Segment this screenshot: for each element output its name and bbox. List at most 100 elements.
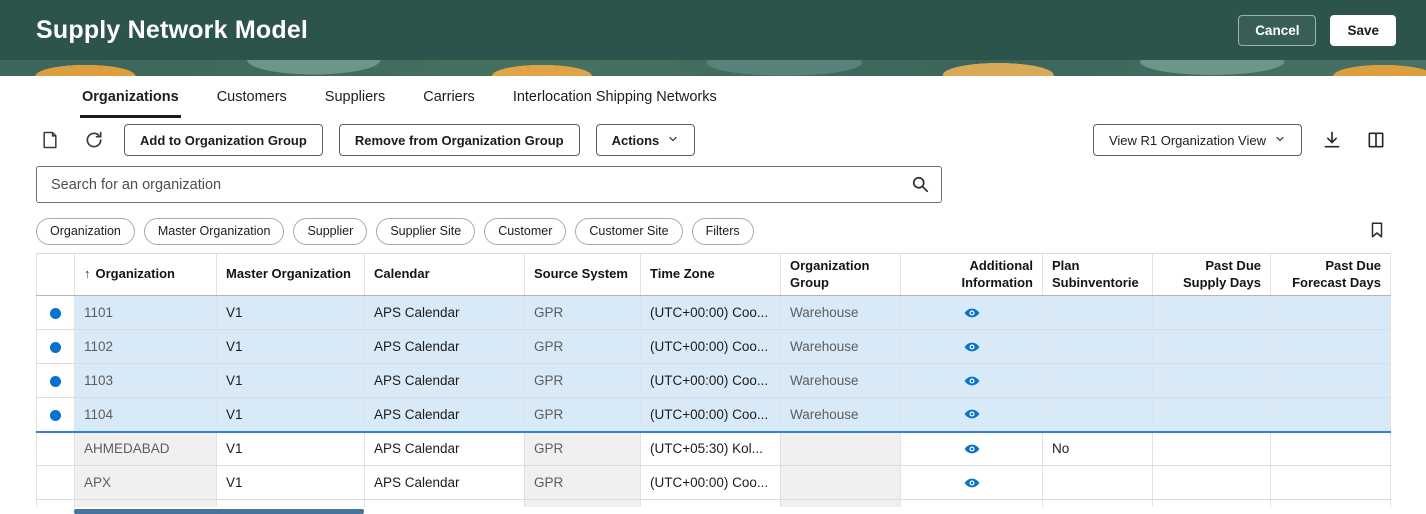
cell-master_org[interactable]: V1 [217,330,365,364]
cell-additional_info[interactable] [901,330,1043,364]
cell-time_zone[interactable]: (UTC+00:00) Coo... [641,330,781,364]
col-header-org_group[interactable]: Organization Group [781,254,901,296]
cell-past_due_forecast[interactable] [1271,296,1391,330]
cell-organization[interactable]: 1104 [75,398,217,432]
row-selector[interactable] [37,432,75,466]
cancel-button[interactable]: Cancel [1238,15,1316,46]
cell-org_group[interactable] [781,466,901,500]
chip-customer-site[interactable]: Customer Site [575,218,682,245]
actions-menu-button[interactable]: Actions [596,124,696,156]
cell-time_zone[interactable]: (UTC+05:30) Kol... [641,432,781,466]
cell-organization[interactable]: 1101 [75,296,217,330]
select-all-header[interactable] [37,254,75,296]
col-header-source_system[interactable]: Source System [525,254,641,296]
cell-calendar[interactable]: APS Calendar [365,330,525,364]
col-header-organization[interactable]: ↑Organization [75,254,217,296]
cell-time_zone[interactable]: (UTC+00:00) Coo... [641,364,781,398]
cell-past_due_supply[interactable] [1153,296,1271,330]
row-selector[interactable] [37,364,75,398]
cell-source_system[interactable]: GPR [525,364,641,398]
cell-past_due_supply[interactable] [1153,330,1271,364]
save-button[interactable]: Save [1330,15,1396,46]
cell-org_group[interactable] [781,500,901,507]
tab-organizations[interactable]: Organizations [80,76,181,118]
cell-master_org[interactable] [217,500,365,507]
cell-time_zone[interactable] [641,500,781,507]
col-header-time_zone[interactable]: Time Zone [641,254,781,296]
tab-carriers[interactable]: Carriers [421,76,477,118]
cell-past_due_supply[interactable] [1153,432,1271,466]
row-selector[interactable] [37,466,75,500]
download-icon[interactable] [1318,126,1346,154]
chip-master-organization[interactable]: Master Organization [144,218,285,245]
col-header-plan_subinv[interactable]: Plan Subinventorie [1043,254,1153,296]
remove-from-organization-group-button[interactable]: Remove from Organization Group [339,124,580,156]
cell-source_system[interactable]: GPR [525,432,641,466]
row-selector[interactable] [37,398,75,432]
cell-calendar[interactable]: APS Calendar [365,432,525,466]
col-header-calendar[interactable]: Calendar [365,254,525,296]
cell-calendar[interactable]: APS Calendar [365,296,525,330]
col-header-additional_info[interactable]: Additional Information [901,254,1043,296]
edit-page-icon[interactable] [36,126,64,154]
tab-interlocation-shipping-networks[interactable]: Interlocation Shipping Networks [511,76,719,118]
cell-past_due_supply[interactable] [1153,364,1271,398]
cell-org_group[interactable]: Warehouse [781,364,901,398]
cell-master_org[interactable]: V1 [217,364,365,398]
chip-filters[interactable]: Filters [692,218,754,245]
bookmark-icon[interactable] [1368,220,1386,243]
eye-icon[interactable] [964,339,980,355]
cell-source_system[interactable]: GPR [525,330,641,364]
row-selector[interactable] [37,330,75,364]
cell-additional_info[interactable] [901,500,1043,507]
cell-past_due_forecast[interactable] [1271,330,1391,364]
cell-org_group[interactable]: Warehouse [781,330,901,364]
refresh-icon[interactable] [80,126,108,154]
cell-org_group[interactable]: Warehouse [781,296,901,330]
cell-past_due_forecast[interactable] [1271,398,1391,432]
cell-source_system[interactable]: GPR [525,466,641,500]
cell-master_org[interactable]: V1 [217,466,365,500]
cell-org_group[interactable]: Warehouse [781,398,901,432]
cell-master_org[interactable]: V1 [217,296,365,330]
eye-icon[interactable] [964,373,980,389]
eye-icon[interactable] [964,406,980,422]
cell-organization[interactable]: AHMEDABAD [75,432,217,466]
cell-plan_subinv[interactable] [1043,364,1153,398]
cell-source_system[interactable] [525,500,641,507]
chip-organization[interactable]: Organization [36,218,135,245]
chip-supplier[interactable]: Supplier [293,218,367,245]
cell-plan_subinv[interactable] [1043,466,1153,500]
cell-plan_subinv[interactable] [1043,398,1153,432]
cell-master_org[interactable]: V1 [217,432,365,466]
search-input[interactable] [36,166,942,203]
search-icon[interactable] [910,174,930,197]
cell-calendar[interactable]: APS Calendar [365,398,525,432]
tab-customers[interactable]: Customers [215,76,289,118]
cell-past_due_forecast[interactable] [1271,432,1391,466]
cell-calendar[interactable] [365,500,525,507]
col-header-past_due_forecast[interactable]: Past Due Forecast Days [1271,254,1391,296]
cell-past_due_forecast[interactable] [1271,466,1391,500]
cell-additional_info[interactable] [901,398,1043,432]
row-selector[interactable] [37,500,75,507]
cell-calendar[interactable]: APS Calendar [365,466,525,500]
cell-additional_info[interactable] [901,432,1043,466]
cell-plan_subinv[interactable] [1043,296,1153,330]
cell-additional_info[interactable] [901,466,1043,500]
cell-source_system[interactable]: GPR [525,398,641,432]
add-to-organization-group-button[interactable]: Add to Organization Group [124,124,323,156]
col-header-master_org[interactable]: Master Organization [217,254,365,296]
chip-customer[interactable]: Customer [484,218,566,245]
eye-icon[interactable] [964,475,980,491]
cell-source_system[interactable]: GPR [525,296,641,330]
eye-icon[interactable] [964,305,980,321]
cell-additional_info[interactable] [901,296,1043,330]
cell-past_due_supply[interactable] [1153,466,1271,500]
cell-plan_subinv[interactable] [1043,500,1153,507]
cell-master_org[interactable]: V1 [217,398,365,432]
tab-suppliers[interactable]: Suppliers [323,76,387,118]
cell-organization[interactable]: APX [75,466,217,500]
row-selector[interactable] [37,296,75,330]
cell-organization[interactable] [75,500,217,507]
